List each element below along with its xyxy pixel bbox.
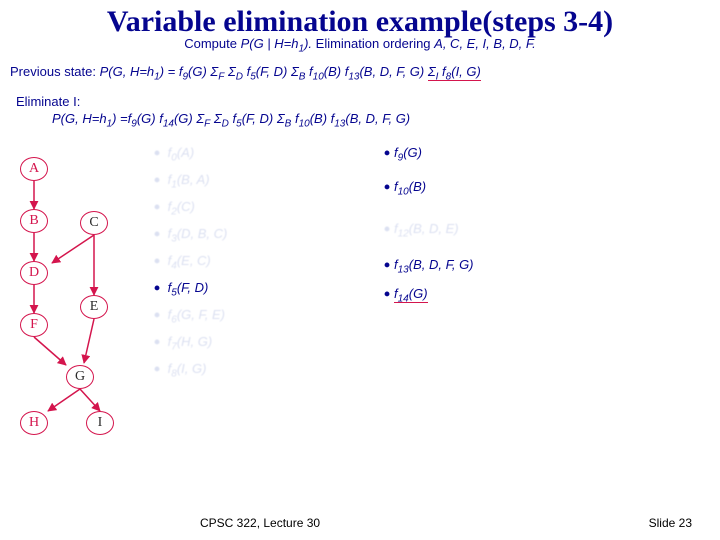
- prev-h: (B) f: [324, 64, 349, 79]
- factor-item: • f5(F, D): [150, 274, 380, 301]
- prev-sub13: 13: [348, 72, 359, 83]
- elim-b: ) =f: [112, 111, 131, 126]
- eliminate-head: Eliminate I:: [16, 93, 710, 111]
- elim-c: (G) f: [137, 111, 163, 126]
- prev-uc: (I, G): [451, 64, 481, 79]
- factor-item: •f10(B): [380, 166, 610, 208]
- elim-a: P(G, H=h: [52, 111, 107, 126]
- prev-i: (B, D, F, G): [359, 64, 427, 79]
- factor-item: • f6(G, F, E): [150, 301, 380, 328]
- factor-list-left: • f0(A)• f1(B, A)• f2(C)• f3(D, B, C)• f…: [150, 135, 380, 445]
- node-G: G: [66, 365, 94, 389]
- factor-item: • f8(I, G): [150, 355, 380, 382]
- node-B: B: [20, 209, 48, 233]
- prev-g: f: [305, 64, 312, 79]
- node-I: I: [86, 411, 114, 435]
- factor-item: • f4(E, C): [150, 247, 380, 274]
- factor-list-right: •f9(G)•f10(B)•f12(B, D, E)•f13(B, D, F, …: [380, 135, 610, 445]
- prev-d: Σ: [224, 64, 235, 79]
- slide-subtitle: Compute P(G | H=h1). Elimination orderin…: [10, 36, 710, 55]
- elim-d: (G) Σ: [174, 111, 204, 126]
- node-E: E: [80, 295, 108, 319]
- factor-item: • f0(A): [150, 139, 380, 166]
- factor-item: • f1(B, A): [150, 166, 380, 193]
- main-content-row: A B C D E F G H I • f0(A)• f1(B, A)• f2(…: [10, 135, 710, 445]
- node-C: C: [80, 211, 108, 235]
- elim-j: (B, D, F, G): [345, 111, 410, 126]
- prev-sub10: 10: [313, 72, 324, 83]
- prev-sigD: D: [236, 72, 243, 83]
- prev-a: P(G, H=h: [100, 64, 155, 79]
- elim-h: f: [291, 111, 298, 126]
- factor-item: •f13(B, D, F, G): [380, 250, 610, 280]
- subtitle-order: A, C, E, I, B, D, F.: [434, 36, 536, 51]
- subtitle-rest: Elimination ordering: [312, 36, 434, 51]
- node-F: F: [20, 313, 48, 337]
- prev-f: (F, D) Σ: [256, 64, 299, 79]
- slide-title: Variable elimination example(steps 3-4): [10, 6, 710, 38]
- eliminate-block: Eliminate I: P(G, H=h1) =f9(G) f14(G) ΣF…: [16, 93, 710, 132]
- prev-label: Previous state:: [10, 64, 100, 79]
- footer-course: CPSC 322, Lecture 30: [200, 516, 320, 530]
- graph-edges: [10, 135, 150, 445]
- node-A: A: [20, 157, 48, 181]
- elim-sub10: 10: [299, 119, 310, 130]
- elim-g: (F, D) Σ: [242, 111, 285, 126]
- previous-state-line: Previous state: P(G, H=h1) = f9(G) ΣF ΣD…: [10, 64, 710, 83]
- elim-sub14: 14: [163, 119, 174, 130]
- factor-item: • f2(C): [150, 193, 380, 220]
- prev-c: (G) Σ: [188, 64, 218, 79]
- bayes-net-graph: A B C D E F G H I: [10, 135, 150, 445]
- elim-sigD: D: [222, 119, 229, 130]
- footer-slide-number: Slide 23: [649, 516, 692, 530]
- node-H: H: [20, 411, 48, 435]
- factor-item: • f7(H, G): [150, 328, 380, 355]
- eliminate-expr: P(G, H=h1) =f9(G) f14(G) ΣF ΣD f5(F, D) …: [16, 110, 710, 131]
- factor-item: •f14(G): [380, 280, 610, 307]
- subtitle-pfg: P(G | H=h: [241, 36, 299, 51]
- factor-item: • f3(D, B, C): [150, 220, 380, 247]
- subtitle-prefix: Compute: [184, 36, 240, 51]
- prev-ua: Σ: [428, 64, 436, 79]
- factor-item: •f12(B, D, E): [380, 208, 610, 250]
- factor-item: •f9(G): [380, 139, 610, 166]
- prev-b: ) = f: [160, 64, 183, 79]
- node-D: D: [20, 261, 48, 285]
- prev-ub: f: [438, 64, 445, 79]
- elim-e: Σ: [210, 111, 221, 126]
- elim-i: (B) f: [310, 111, 335, 126]
- slide-footer: CPSC 322, Lecture 30 Slide 23: [0, 516, 720, 530]
- elim-sub13: 13: [334, 119, 345, 130]
- subtitle-pfg-close: ).: [304, 36, 312, 51]
